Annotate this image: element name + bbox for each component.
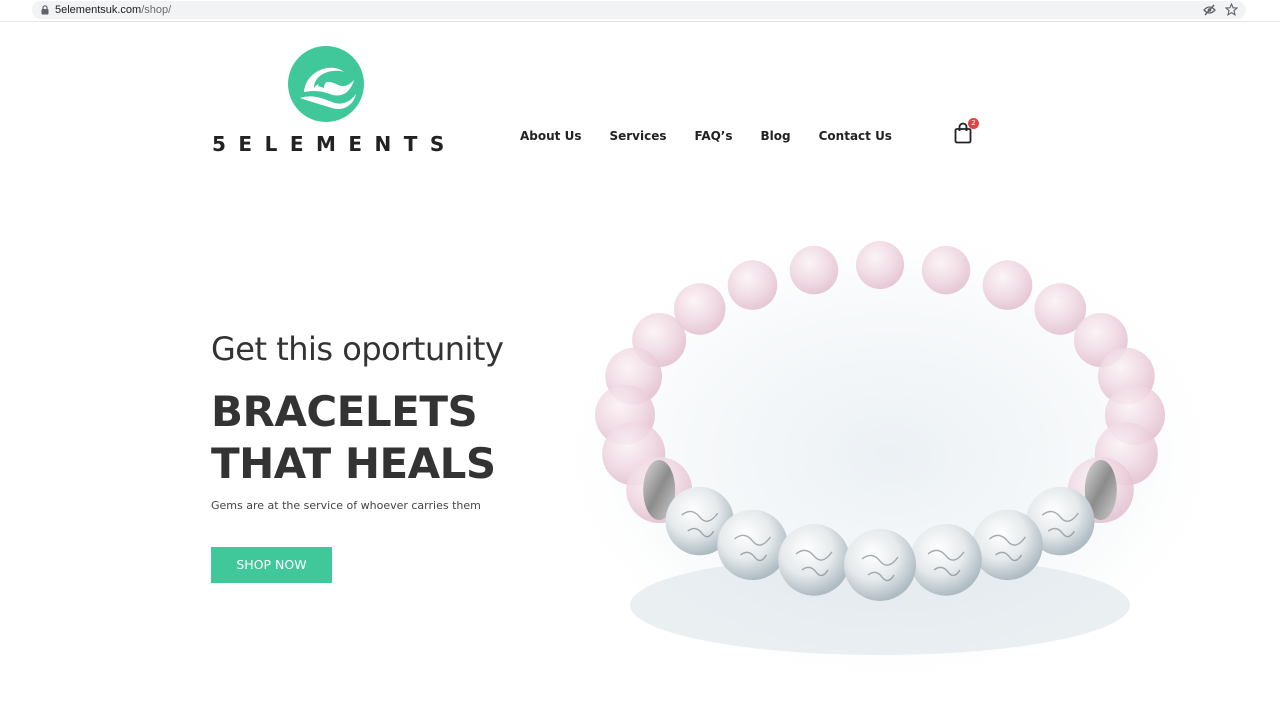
nav-item-contact-us[interactable]: Contact Us <box>819 128 892 146</box>
nav-item-about-us[interactable]: About Us <box>520 128 581 146</box>
url-domain: 5elementsuk.com <box>55 4 142 16</box>
star-icon[interactable] <box>1225 3 1238 16</box>
nav-item-blog[interactable]: Blog <box>761 128 791 146</box>
logo-wave-icon <box>288 46 364 122</box>
hero-title-line1: BRACELETS <box>211 387 478 436</box>
eye-off-icon[interactable] <box>1203 4 1216 16</box>
nav-item-faqs[interactable]: FAQ’s <box>695 128 733 146</box>
shop-now-button[interactable]: SHOP NOW <box>211 547 332 583</box>
url-text: 5elementsuk.com/shop/ <box>55 3 171 17</box>
cart-button[interactable]: 2 <box>954 118 984 148</box>
pink-bead <box>982 260 1033 310</box>
logo-text: 5ELEMENTS <box>212 132 457 156</box>
browser-address-bar: 5elementsuk.com/shop/ <box>0 0 1280 22</box>
hero-subtitle: Get this oportunity <box>211 330 504 368</box>
main-nav: About Us Services FAQ’s Blog Contact Us <box>520 128 892 146</box>
white-bead <box>778 524 850 596</box>
white-bead <box>844 529 916 601</box>
pink-bead <box>789 245 839 295</box>
pink-bead <box>856 241 904 289</box>
site-logo[interactable]: 5ELEMENTS <box>212 46 444 158</box>
hero-title: BRACELETS THAT HEALS <box>211 386 496 490</box>
pink-bead <box>921 245 971 295</box>
nav-item-services[interactable]: Services <box>609 128 666 146</box>
bracelet-product-image <box>550 225 1230 690</box>
hero-description: Gems are at the service of whoever carri… <box>211 499 481 512</box>
url-field[interactable]: 5elementsuk.com/shop/ <box>32 1 1246 19</box>
cart-count-badge: 2 <box>968 118 979 129</box>
white-bead <box>717 509 788 581</box>
white-bead <box>972 509 1043 581</box>
hero-title-line2: THAT HEALS <box>211 439 496 488</box>
lock-icon <box>41 5 49 15</box>
url-path: /shop/ <box>141 4 172 16</box>
pink-bead <box>727 260 778 310</box>
white-bead <box>910 524 982 596</box>
